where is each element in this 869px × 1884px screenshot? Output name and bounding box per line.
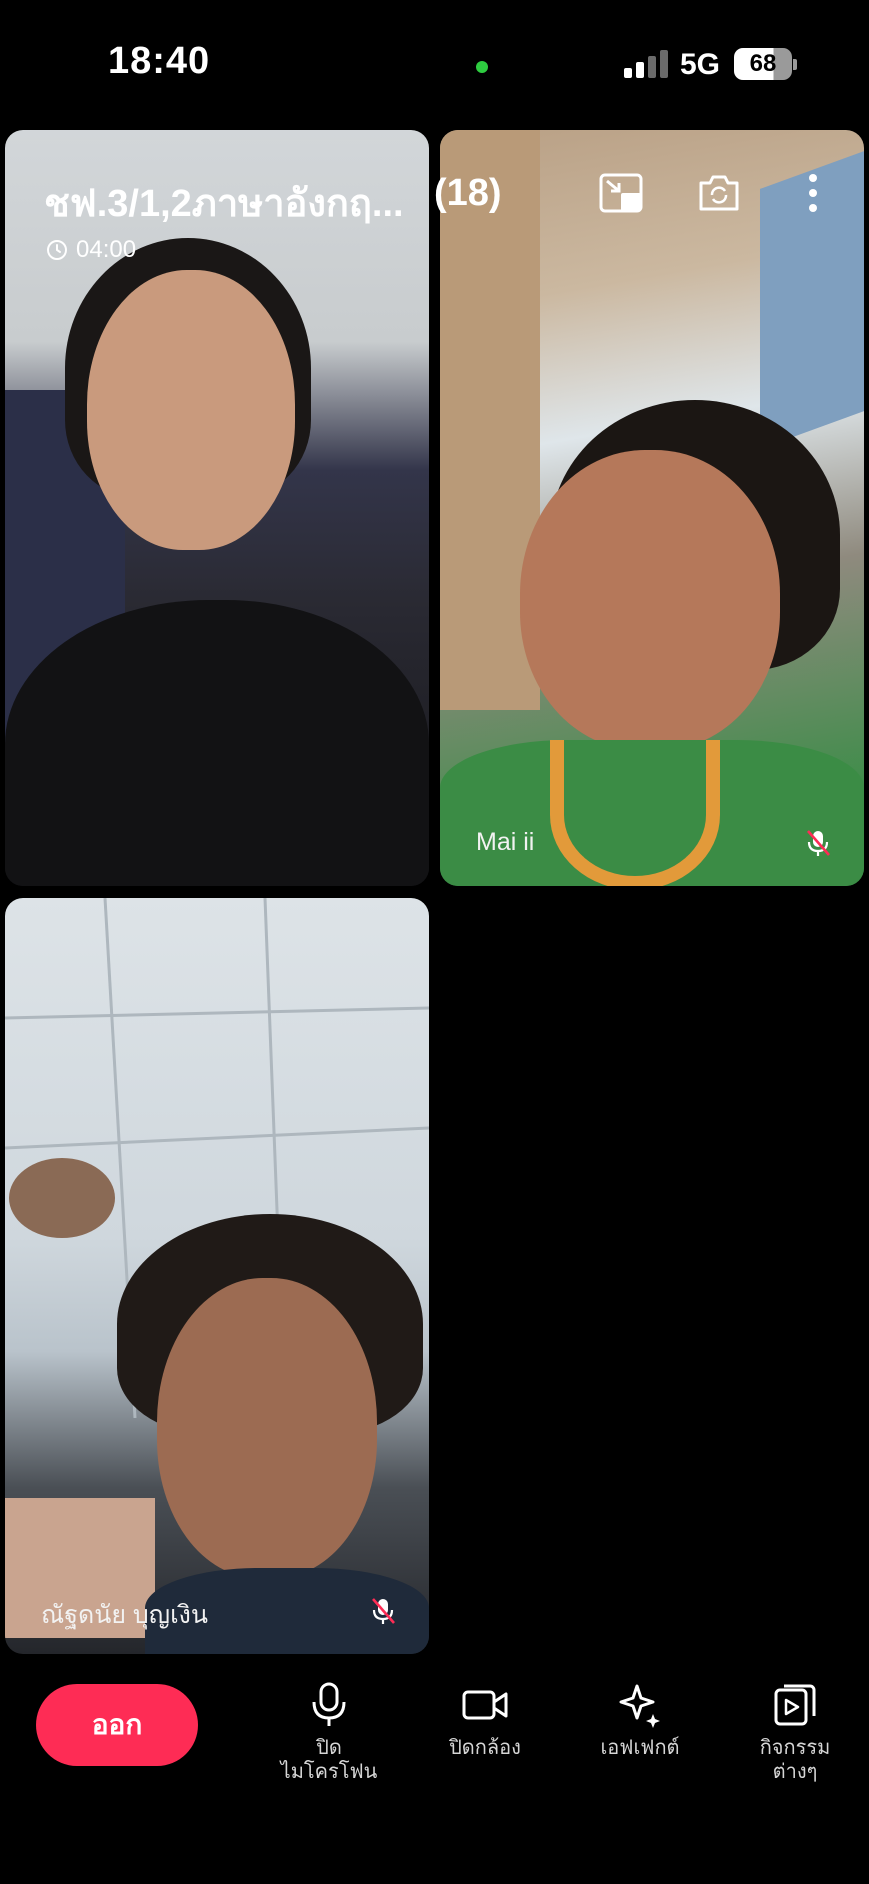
minimize-icon [599,173,643,213]
leave-call-button[interactable]: ออก [36,1684,198,1766]
video-tile-participant[interactable]: ณัฐดนัย บุญเงิน [5,898,429,1654]
clock-icon [47,240,67,260]
mute-mic-button[interactable]: ปิด ไมโครโฟน [264,1680,394,1784]
switch-camera-button[interactable] [694,168,744,218]
play-cards-icon [774,1684,816,1726]
switch-camera-icon [699,175,739,211]
more-icon [809,174,817,212]
call-timer: 04:00 [46,236,136,264]
participant-name: ณัฐดนัย บุญเงิน [41,1601,208,1629]
turn-off-camera-label: ปิดกล้อง [449,1737,521,1759]
battery-tip [793,59,797,70]
more-options-button[interactable] [788,168,838,218]
mic-muted-icon [372,1598,395,1624]
participant-name: Mai ii [476,828,535,856]
battery-indicator: 68 [734,48,792,80]
participant-count[interactable]: (18) [434,172,502,215]
network-type: 5G [680,48,721,81]
video-camera-icon [462,1690,508,1720]
turn-off-camera-button[interactable]: ปิดกล้อง [420,1680,550,1760]
camera-in-use-indicator [476,61,488,73]
call-timer-value: 04:00 [76,236,137,263]
status-time: 18:40 [108,40,211,82]
ceiling-lamp [9,1158,115,1238]
mic-muted-icon [807,830,830,856]
status-bar: 18:40 5G 68 [0,0,869,120]
activities-label: กิจกรรม ต่างๆ [730,1736,860,1784]
mute-mic-label: ปิด ไมโครโฟน [264,1736,394,1784]
minimize-button[interactable] [596,168,646,218]
effects-label: เอฟเฟกต์ [600,1737,680,1759]
cellular-signal-icon [624,50,670,78]
participant-face [157,1278,377,1578]
participant-body [5,600,429,886]
shirt-collar [550,740,720,886]
sparkle-icon [619,1684,660,1728]
activities-button[interactable]: กิจกรรม ต่างๆ [730,1680,860,1784]
participant-face [520,450,780,750]
activities-label-text: กิจกรรม ต่างๆ [759,1737,831,1783]
mute-mic-label-text: ปิด ไมโครโฟน [280,1737,378,1783]
call-title: ชฟ.3/1,2ภาษาอังกฤ... [44,183,404,225]
battery-level: 68 [749,50,777,77]
effects-button[interactable]: เอฟเฟกต์ [575,1680,705,1760]
participant-face [87,270,295,550]
video-tile-participant[interactable]: Mai ii [440,130,864,886]
microphone-icon [312,1682,346,1726]
